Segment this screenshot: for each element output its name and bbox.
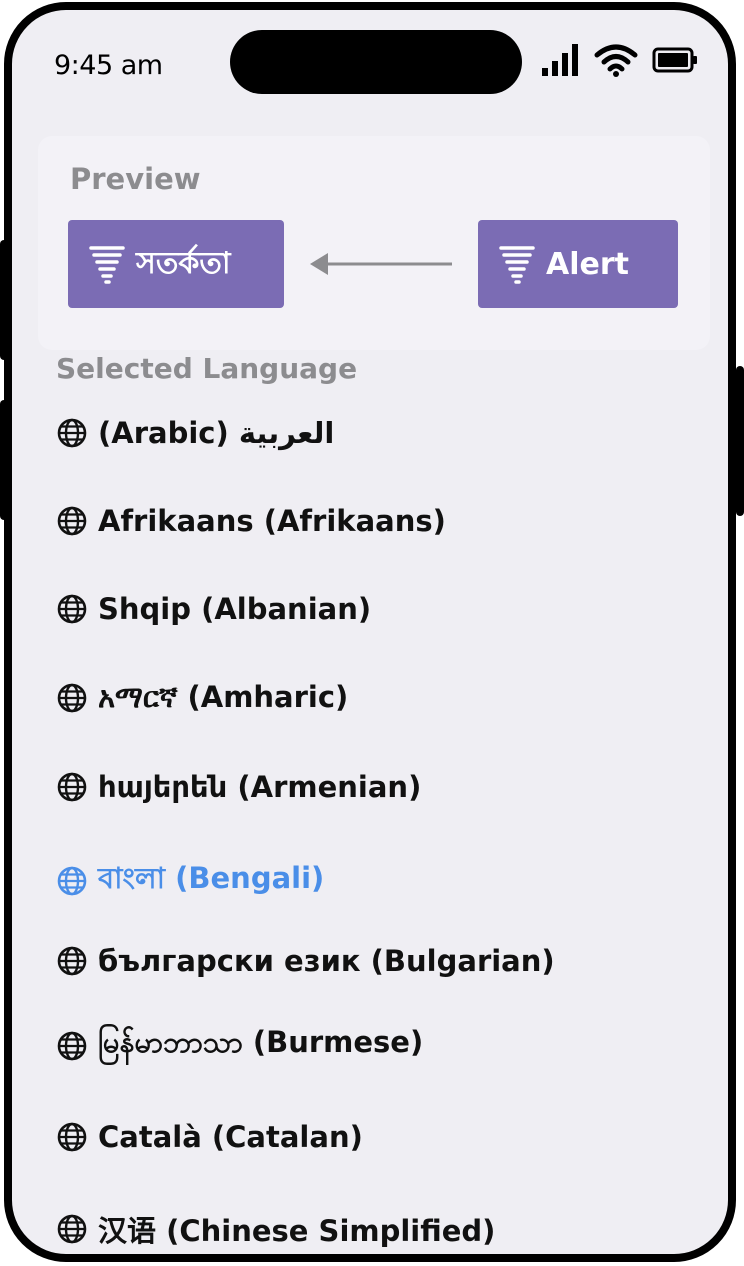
globe-icon — [57, 1122, 87, 1152]
status-time: 9:45 am — [54, 50, 163, 81]
language-item[interactable]: հայերեն (Armenian) — [56, 770, 421, 804]
globe-icon — [57, 594, 87, 624]
language-label: አማርኛ (Amharic) — [98, 680, 349, 714]
source-alert-label: Alert — [546, 246, 629, 282]
globe-icon — [57, 683, 87, 712]
selected-language-title: Selected Language — [56, 352, 358, 385]
language-item[interactable]: Afrikaans (Afrikaans) — [56, 504, 446, 538]
language-label: Català (Catalan) — [98, 1120, 363, 1154]
globe-icon — [57, 946, 87, 976]
preview-card: Preview সতর্কতা Alert — [38, 136, 710, 350]
language-item[interactable]: አማርኛ (Amharic) — [56, 680, 348, 715]
translated-alert-chip[interactable]: সতর্কতা — [68, 220, 284, 308]
language-label: հայերեն (Armenian) — [98, 770, 422, 804]
language-item[interactable]: български език (Bulgarian) — [56, 944, 555, 978]
tornado-icon — [499, 246, 535, 284]
globe-icon — [57, 506, 87, 536]
language-label: (Arabic) العربية — [98, 416, 335, 450]
language-item[interactable]: 汉语 (Chinese Simplified) — [56, 1208, 495, 1250]
phone-screen: 9:45 am Preview সতর্কতা Alert Selected L… — [4, 2, 736, 1262]
source-alert-chip[interactable]: Alert — [478, 220, 678, 308]
arrow-left-icon — [310, 253, 452, 275]
language-label: বাংলা (Bengali) — [98, 861, 325, 895]
language-item[interactable]: Català (Catalan) — [56, 1120, 363, 1154]
translated-alert-label: সতর্কতা — [136, 245, 231, 281]
language-label: မြန်မာဘာသာ (Burmese) — [98, 1025, 424, 1059]
preview-label: Preview — [70, 162, 201, 196]
status-icons — [540, 42, 698, 78]
language-item[interactable]: မြန်မာဘာသာ (Burmese) — [56, 1024, 423, 1067]
globe-icon — [57, 418, 87, 448]
language-item[interactable]: (Arabic) العربية — [56, 416, 334, 450]
side-button-right — [736, 366, 744, 516]
globe-icon — [57, 866, 87, 895]
dynamic-island — [230, 30, 522, 94]
globe-icon — [57, 772, 87, 802]
tornado-icon — [89, 246, 125, 284]
wifi-icon — [594, 44, 638, 77]
language-label: Shqip (Albanian) — [98, 592, 372, 626]
language-label: 汉语 (Chinese Simplified) — [98, 1214, 496, 1248]
battery-icon — [652, 47, 697, 73]
language-label: български език (Bulgarian) — [98, 944, 555, 978]
globe-icon — [57, 1031, 87, 1060]
globe-icon — [57, 1214, 87, 1244]
language-label: Afrikaans (Afrikaans) — [98, 504, 446, 538]
cellular-signal-icon — [542, 44, 578, 76]
language-item[interactable]: Shqip (Albanian) — [56, 592, 371, 626]
language-item[interactable]: বাংলা (Bengali) — [56, 856, 324, 905]
